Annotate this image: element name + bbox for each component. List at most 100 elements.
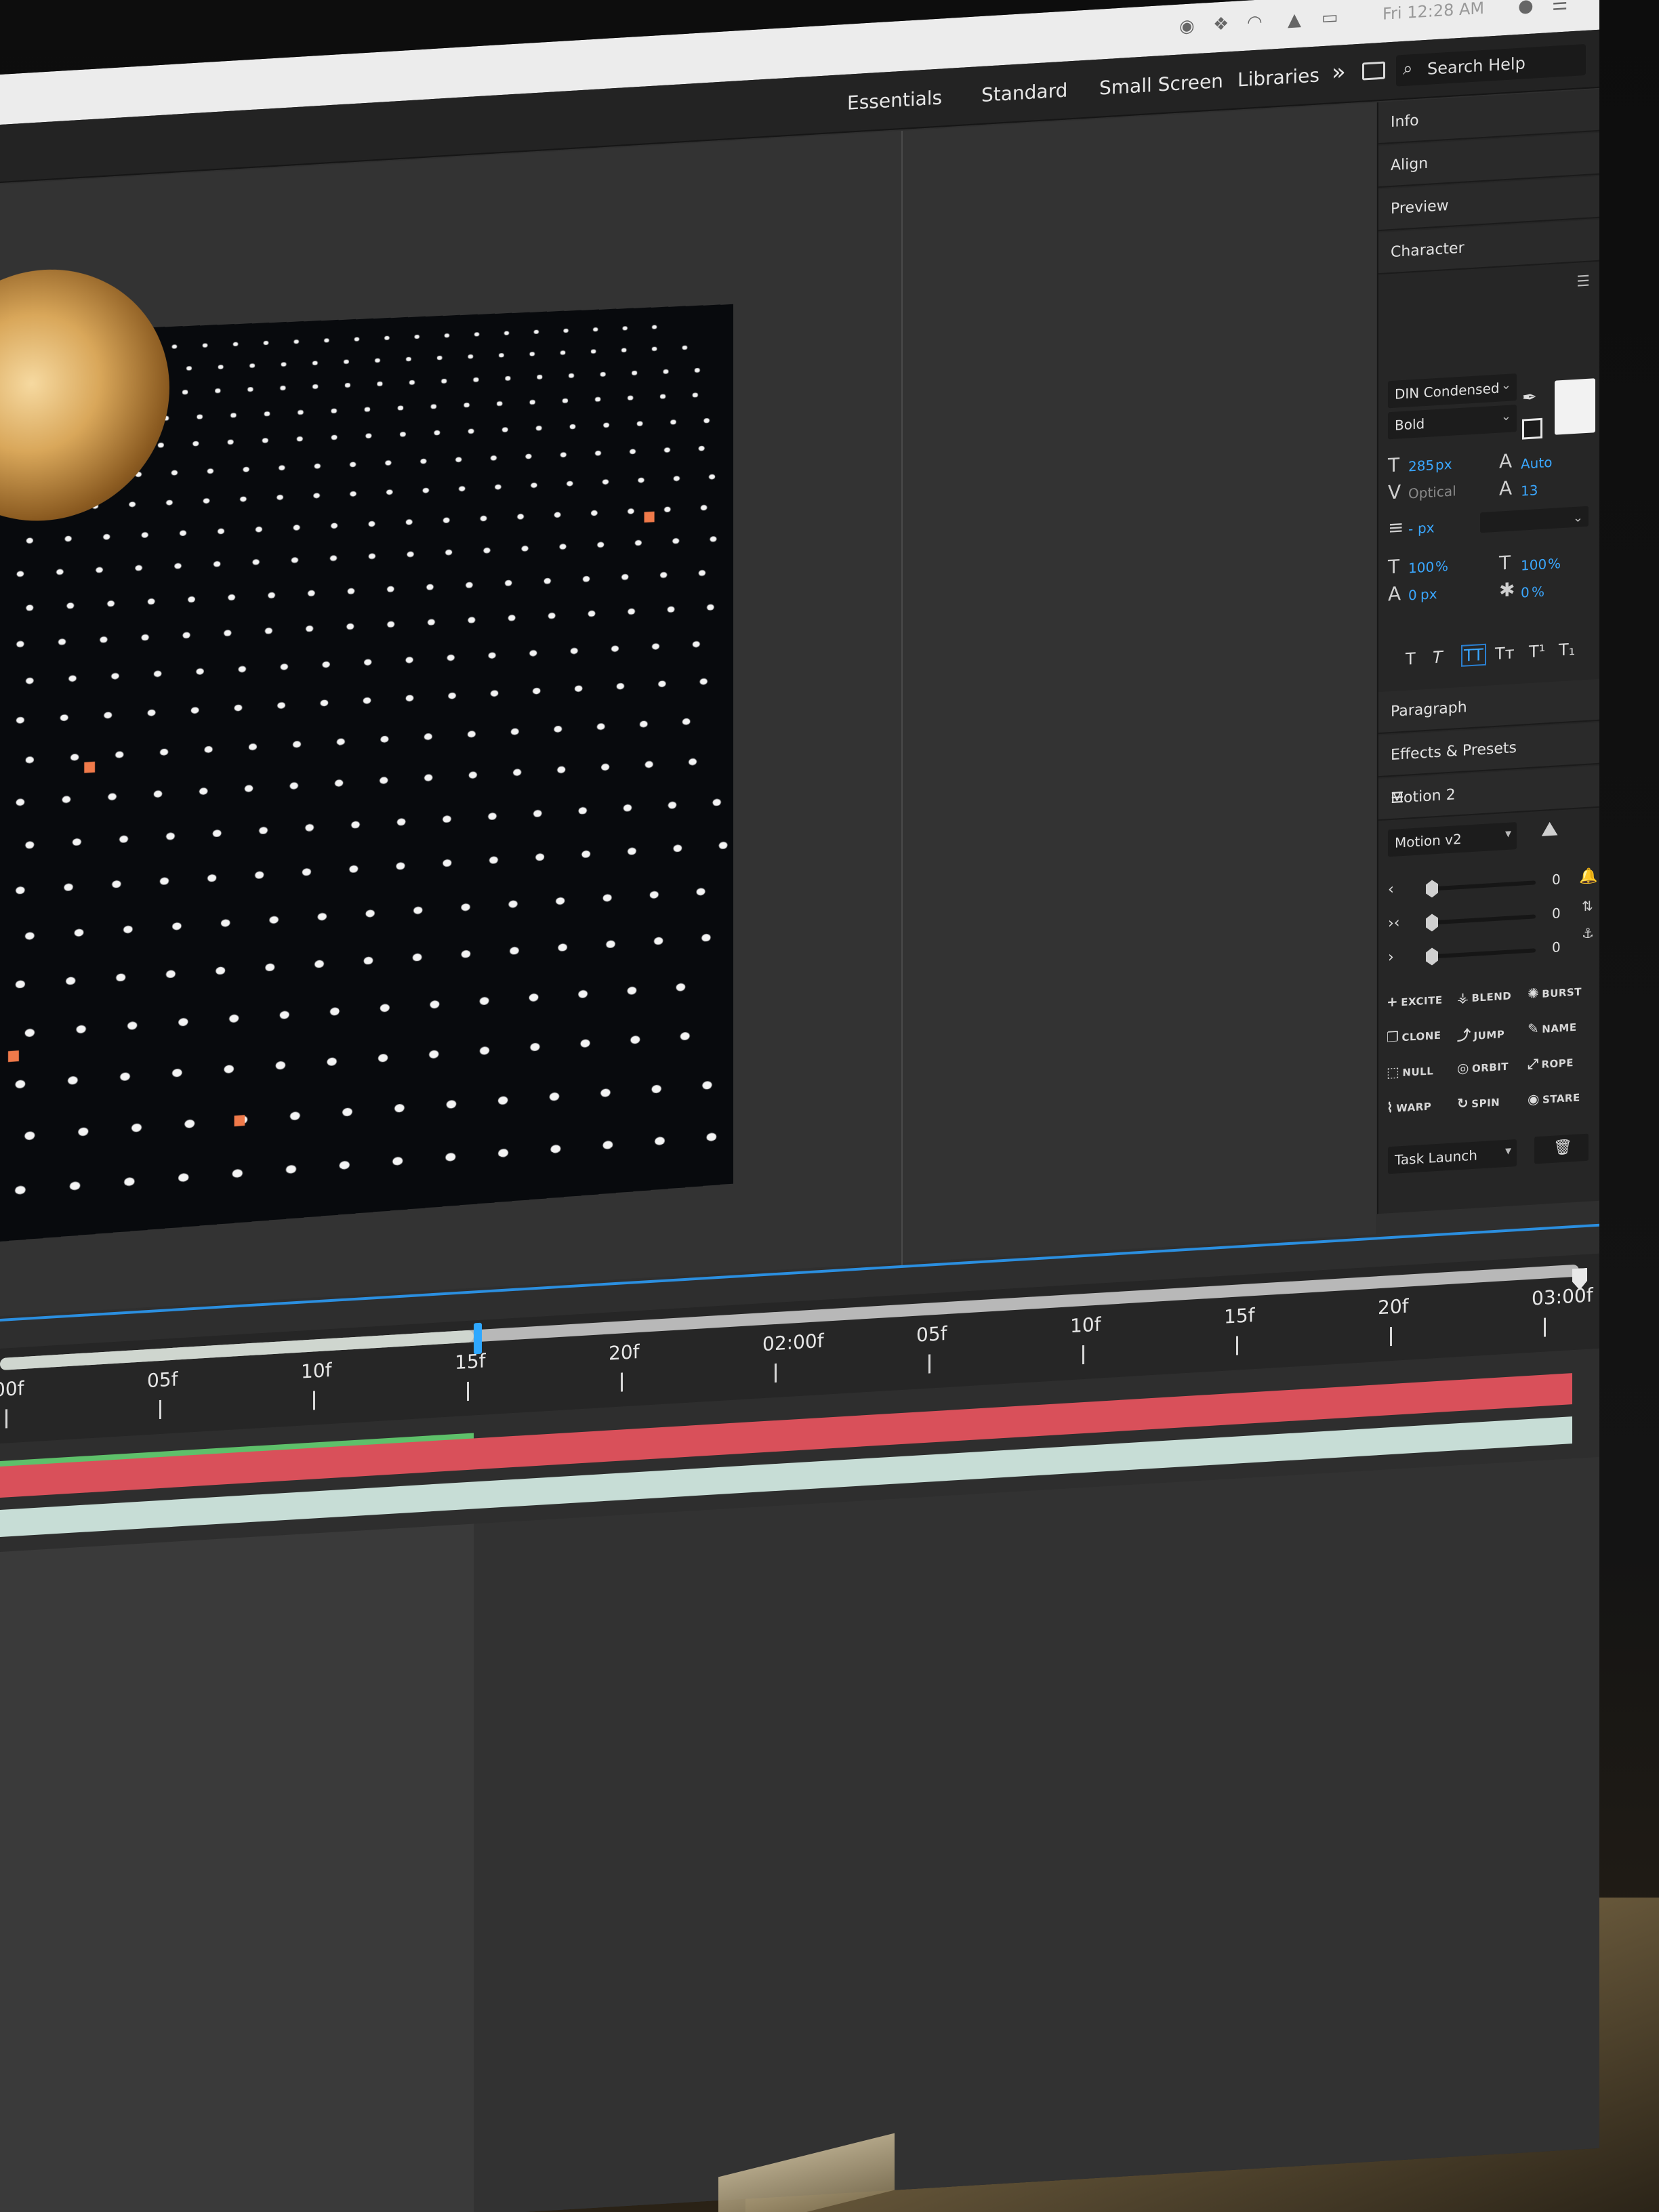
grid-dot <box>302 868 311 876</box>
stroke-width-value[interactable]: - <box>1408 520 1413 537</box>
ease-both-slider-handle[interactable] <box>1426 914 1438 932</box>
graph-mountain-icon[interactable]: ⛰ <box>1541 817 1558 841</box>
faux-italic-button[interactable]: T <box>1433 648 1443 668</box>
workspace-tab-small-screen[interactable]: Small Screen <box>1099 70 1223 100</box>
ease-in-slider-handle[interactable] <box>1426 880 1438 898</box>
motion2-rope-button[interactable]: ⤢ ROPE <box>1528 1053 1574 1072</box>
motion2-stare-button[interactable]: ◉ STARE <box>1528 1088 1580 1107</box>
ease-out-slider-track[interactable] <box>1429 948 1536 959</box>
grid-dot <box>335 779 344 787</box>
leading-value[interactable]: Auto <box>1521 454 1552 472</box>
workspace-tab-essentials[interactable]: Essentials <box>847 86 942 114</box>
horizontal-scale-value[interactable]: 100 <box>1521 556 1547 573</box>
motion2-burst-button[interactable]: ✺ BURST <box>1528 982 1582 1002</box>
swap-arrows-icon[interactable]: ⇅ <box>1582 897 1593 914</box>
font-style-select[interactable]: Bold ⌄ <box>1388 405 1517 440</box>
grid-dot <box>182 632 190 639</box>
motion-preset-select[interactable]: Motion v2 ▾ <box>1388 822 1517 857</box>
motion2-excite-button[interactable]: + EXCITE <box>1387 991 1443 1010</box>
ruler-tick-label: 15f <box>1224 1304 1255 1328</box>
superscript-button[interactable]: T¹ <box>1529 642 1545 661</box>
motion2-blend-button[interactable]: ⚶ BLEND <box>1457 986 1511 1006</box>
tracking-value[interactable]: 13 <box>1521 482 1538 499</box>
grid-dot <box>228 594 236 600</box>
motion2-null-button[interactable]: ⬚ NULL <box>1387 1061 1433 1080</box>
workspace-tab-standard[interactable]: Standard <box>981 79 1067 106</box>
workspace-overflow-icon[interactable]: » <box>1332 58 1346 86</box>
eyedropper-icon[interactable]: ✒ <box>1522 387 1537 408</box>
grid-dot <box>696 888 705 896</box>
ease-both-slider-track[interactable] <box>1429 914 1536 925</box>
kerning-value[interactable]: Optical <box>1408 483 1456 501</box>
ease-out-slider-handle[interactable] <box>1426 947 1438 966</box>
battery-tray-icon[interactable]: ▭ <box>1322 7 1338 28</box>
motion2-orbit-button[interactable]: ◎ ORBIT <box>1457 1057 1509 1076</box>
vertical-scale-value[interactable]: 100 <box>1408 558 1434 576</box>
anchor-icon[interactable]: ⚓ <box>1582 924 1594 941</box>
subscript-button[interactable]: T₁ <box>1559 640 1575 659</box>
grid-dot <box>447 654 455 661</box>
upload-tray-icon[interactable]: ▲ <box>1288 9 1301 30</box>
search-help-field[interactable]: ⌕ Search Help <box>1396 43 1586 87</box>
font-family-select[interactable]: DIN Condensed ⌄ <box>1388 373 1517 409</box>
motion2-name-button[interactable]: ✎ NAME <box>1528 1018 1577 1037</box>
motion2-button-label: NULL <box>1402 1065 1434 1080</box>
grid-dot <box>397 405 404 411</box>
delete-task-button[interactable]: 🗑 <box>1534 1133 1589 1164</box>
tsume-value[interactable]: 0 <box>1521 584 1530 601</box>
grid-dot <box>377 1053 388 1063</box>
grid-dot <box>262 438 268 443</box>
grid-dot <box>694 368 700 373</box>
panels-toggle-icon[interactable] <box>1362 61 1385 81</box>
fill-color-swatch[interactable] <box>1555 378 1595 435</box>
stroke-color-swatch[interactable] <box>1522 417 1542 440</box>
grid-dot <box>676 983 686 991</box>
all-caps-button[interactable]: TT <box>1461 643 1486 667</box>
wifi-tray-icon[interactable]: ◠ <box>1247 12 1263 33</box>
grid-dot <box>652 325 657 329</box>
font-size-value[interactable]: 285 <box>1408 457 1434 474</box>
motion2-clone-button[interactable]: ❐ CLONE <box>1387 1026 1441 1045</box>
preview-panel-title: Preview <box>1391 197 1449 218</box>
faux-bold-button[interactable]: T <box>1406 649 1416 669</box>
ease-both-value[interactable]: 0 <box>1552 905 1561 922</box>
motion2-jump-button[interactable]: ⤴ JUMP <box>1457 1022 1504 1044</box>
grid-dot <box>483 547 491 554</box>
small-caps-button[interactable]: Tт <box>1495 643 1515 663</box>
character-menu-icon[interactable]: ☰ <box>1576 273 1590 291</box>
search-icon: ⌕ <box>1403 58 1413 80</box>
motion2-button-label: SPIN <box>1471 1096 1500 1111</box>
motion2-menu-icon[interactable]: ☰ <box>1391 779 1591 807</box>
motion2-spin-button[interactable]: ↻ SPIN <box>1457 1093 1500 1111</box>
stroke-style-select[interactable]: ⌄ <box>1480 506 1589 533</box>
motion2-button-label: EXCITE <box>1401 994 1443 1009</box>
ease-in-value[interactable]: 0 <box>1552 871 1561 888</box>
grid-dot <box>16 716 24 724</box>
grid-dot <box>240 496 247 502</box>
motion2-button-label: CLONE <box>1401 1029 1441 1044</box>
grid-dot <box>15 980 25 989</box>
grid-dot <box>312 384 319 389</box>
composition-viewer[interactable] <box>0 102 1376 1317</box>
workspace-tab-libraries[interactable]: Libraries <box>1237 64 1319 91</box>
menubar-clock[interactable]: Fri 12:28 AM <box>1382 0 1484 24</box>
grid-dot <box>24 1028 35 1038</box>
grid-dot <box>275 1061 286 1070</box>
grid-dot <box>557 766 566 774</box>
siri-tray-icon[interactable]: ● <box>1518 0 1534 17</box>
ease-out-value[interactable]: 0 <box>1552 939 1561 956</box>
ease-in-slider-track[interactable] <box>1429 880 1536 891</box>
task-launch-select[interactable]: Task Launch ▾ <box>1388 1139 1517 1174</box>
baseline-shift-icon: A <box>1388 582 1401 606</box>
dropbox-tray-icon[interactable]: ❖ <box>1213 14 1229 35</box>
font-family-value: DIN Condensed <box>1395 380 1500 403</box>
grid-dot <box>692 392 698 398</box>
notification-center-icon[interactable]: ☰ <box>1552 0 1568 15</box>
grid-dot <box>718 841 728 850</box>
timeline-panel[interactable]: 00f 05f 10f 15f 20f 02:00f 05f 10f 15f 20f 03:00f <box>0 1223 1599 2212</box>
grid-dot <box>655 1136 665 1146</box>
motion2-warp-button[interactable]: ⌇ WARP <box>1387 1097 1431 1116</box>
bell-icon[interactable]: 🔔 <box>1579 867 1597 886</box>
eye-tray-icon[interactable]: ◉ <box>1179 16 1195 37</box>
baseline-shift-value[interactable]: 0 <box>1408 587 1417 604</box>
